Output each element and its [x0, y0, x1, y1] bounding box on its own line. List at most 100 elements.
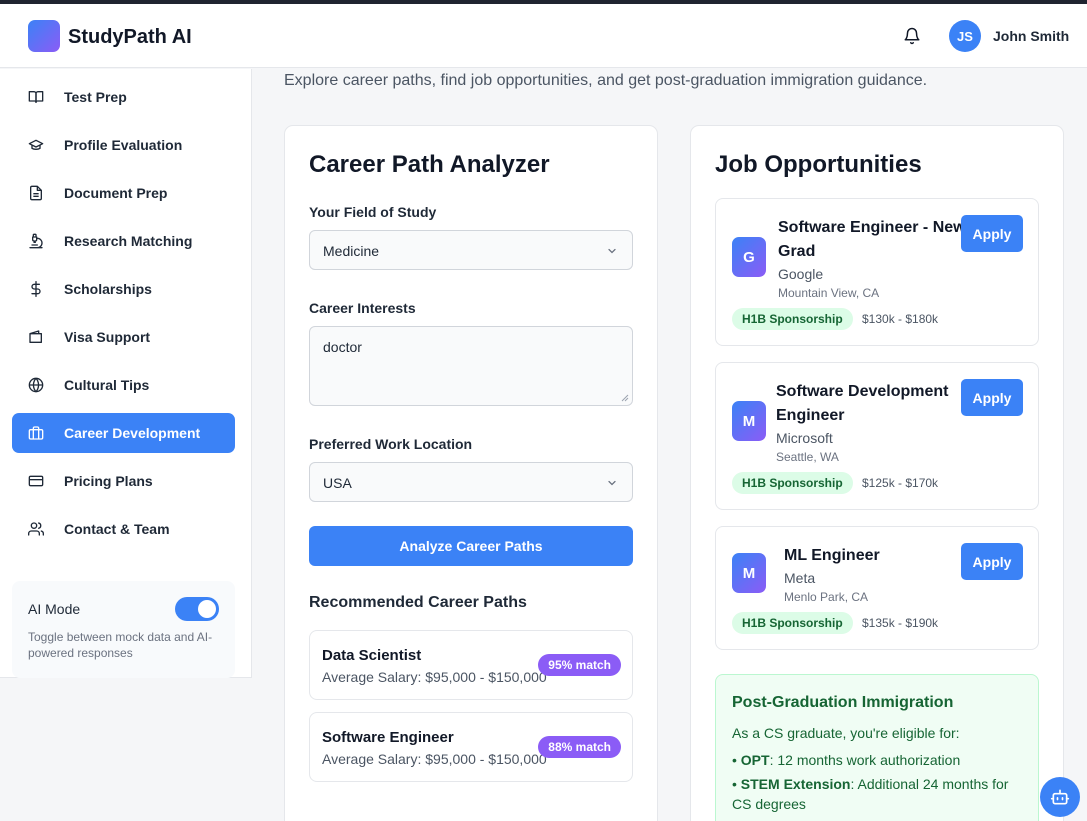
- h1b-sponsorship-tag: H1B Sponsorship: [732, 472, 853, 494]
- wallet-icon: [29, 330, 42, 343]
- sidebar-item-label: Test Prep: [64, 89, 127, 105]
- ai-mode-toggle[interactable]: [175, 597, 219, 621]
- opt-text: : 12 months work authorization: [769, 752, 961, 768]
- textarea-value: doctor: [323, 339, 362, 355]
- apply-button[interactable]: Apply: [961, 543, 1023, 580]
- job-salary: $135k - $190k: [862, 616, 939, 630]
- job-title-line: Software Development: [776, 383, 949, 400]
- job-company: Microsoft: [776, 430, 833, 446]
- job-card-microsoft[interactable]: M Software Development Engineer Microsof…: [715, 362, 1039, 510]
- select-value: Medicine: [323, 243, 380, 259]
- immigration-title: Post-Graduation Immigration: [732, 694, 954, 711]
- career-interests-textarea[interactable]: doctor: [309, 326, 633, 406]
- job-company: Meta: [784, 570, 816, 586]
- company-logo: M: [732, 553, 766, 593]
- immigration-bullet-opt: • OPT: 12 months work authorization: [732, 752, 961, 768]
- resize-grip-icon[interactable]: [621, 394, 629, 402]
- credit-card-icon: [28, 475, 44, 487]
- immigration-panel: Post-Graduation Immigration As a CS grad…: [715, 674, 1039, 821]
- document-icon: [30, 185, 42, 201]
- job-opportunities-card: Job Opportunities G Software Engineer - …: [690, 125, 1064, 821]
- h1b-sponsorship-tag: H1B Sponsorship: [732, 612, 853, 634]
- match-badge: 88% match: [538, 736, 621, 758]
- apply-button[interactable]: Apply: [961, 379, 1023, 416]
- sidebar-item-label: Cultural Tips: [64, 377, 150, 393]
- immigration-bullet-stem: • STEM Extension: Additional 24 months f…: [732, 776, 1009, 812]
- chat-bot-button[interactable]: [1040, 777, 1080, 817]
- microscope-icon: [29, 233, 43, 249]
- immigration-intro: As a CS graduate, you're eligible for:: [732, 725, 960, 741]
- field-of-study-select[interactable]: Medicine: [309, 230, 633, 270]
- page-intro: Explore career paths, find job opportuni…: [284, 72, 928, 89]
- job-location: Seattle, WA: [776, 450, 839, 464]
- app-name[interactable]: StudyPath AI: [68, 26, 192, 49]
- users-icon: [28, 522, 44, 536]
- chevron-down-icon: [608, 480, 616, 486]
- sidebar-item-test-prep[interactable]: Test Prep: [12, 77, 235, 117]
- career-path-salary: Average Salary: $95,000 - $150,000: [322, 669, 547, 685]
- job-title: Software Development Engineer: [776, 380, 948, 428]
- work-location-label: Preferred Work Location: [309, 436, 473, 452]
- job-location: Mountain View, CA: [778, 286, 880, 300]
- chevron-down-icon: [608, 248, 616, 254]
- globe-icon: [28, 377, 44, 393]
- field-of-study-label: Your Field of Study: [309, 204, 437, 220]
- ai-mode-title: AI Mode: [28, 601, 81, 617]
- career-path-card[interactable]: Software Engineer Average Salary: $95,00…: [309, 712, 633, 782]
- job-title: Software Engineer - New Grad: [778, 216, 966, 264]
- job-salary: $130k - $180k: [862, 312, 939, 326]
- sidebar-item-label: Document Prep: [64, 185, 168, 201]
- sidebar-item-scholarships[interactable]: Scholarships: [12, 269, 235, 309]
- app-header: StudyPath AI JS John Smith: [0, 4, 1087, 68]
- app-logo[interactable]: [28, 20, 60, 52]
- stem-term: STEM Extension: [740, 776, 851, 792]
- sidebar-item-profile-evaluation[interactable]: Profile Evaluation: [12, 125, 235, 165]
- job-card-meta[interactable]: M ML Engineer Meta Menlo Park, CA Apply …: [715, 526, 1039, 650]
- sidebar-item-research-matching[interactable]: Research Matching: [12, 221, 235, 261]
- select-value: USA: [323, 475, 352, 491]
- sidebar-item-label: Contact & Team: [64, 521, 170, 537]
- job-title-line: Software Engineer - New: [778, 219, 966, 236]
- apply-button[interactable]: Apply: [961, 215, 1023, 252]
- sidebar-item-visa-support[interactable]: Visa Support: [12, 317, 235, 357]
- work-location-select[interactable]: USA: [309, 462, 633, 502]
- company-logo: G: [732, 237, 766, 277]
- toggle-knob: [198, 600, 216, 618]
- sidebar-item-label: Research Matching: [64, 233, 193, 249]
- job-card-google[interactable]: G Software Engineer - New Grad Google Mo…: [715, 198, 1039, 346]
- job-salary: $125k - $170k: [862, 476, 939, 490]
- recommended-paths-heading: Recommended Career Paths: [309, 594, 527, 611]
- sidebar-item-cultural-tips[interactable]: Cultural Tips: [12, 365, 235, 405]
- bell-icon[interactable]: [903, 27, 921, 45]
- company-logo: M: [732, 401, 766, 441]
- career-path-card[interactable]: Data Scientist Average Salary: $95,000 -…: [309, 630, 633, 700]
- sidebar-item-document-prep[interactable]: Document Prep: [12, 173, 235, 213]
- career-path-analyzer-card: Career Path Analyzer Your Field of Study…: [284, 125, 658, 821]
- robot-icon: [1050, 789, 1070, 805]
- ai-mode-description: Toggle between mock data and AI-powered …: [28, 630, 213, 660]
- sidebar-item-pricing-plans[interactable]: Pricing Plans: [12, 461, 235, 501]
- avatar[interactable]: JS: [949, 20, 981, 52]
- career-path-title: Software Engineer: [322, 729, 454, 746]
- career-path-salary: Average Salary: $95,000 - $150,000: [322, 751, 547, 767]
- job-title: ML Engineer: [784, 547, 880, 564]
- card-title: Career Path Analyzer: [309, 151, 550, 178]
- dollar-icon: [31, 281, 41, 297]
- sidebar-item-contact-team[interactable]: Contact & Team: [12, 509, 235, 549]
- job-location: Menlo Park, CA: [784, 590, 869, 604]
- career-path-title: Data Scientist: [322, 647, 422, 664]
- sidebar-item-label: Profile Evaluation: [64, 137, 183, 153]
- sidebar-item-label: Pricing Plans: [64, 473, 153, 489]
- analyze-career-paths-button[interactable]: Analyze Career Paths: [309, 526, 633, 566]
- opt-term: OPT: [740, 752, 770, 768]
- match-badge: 95% match: [538, 654, 621, 676]
- job-title-line: Grad: [778, 243, 816, 260]
- sidebar-item-career-development[interactable]: Career Development: [12, 413, 235, 453]
- graduation-cap-icon: [28, 139, 44, 150]
- user-name[interactable]: John Smith: [993, 28, 1069, 44]
- sidebar-item-label: Visa Support: [64, 329, 151, 345]
- sidebar-item-label: Career Development: [64, 425, 201, 441]
- ai-mode-panel: AI Mode Toggle between mock data and AI-…: [12, 581, 235, 678]
- briefcase-icon: [28, 426, 44, 440]
- card-title: Job Opportunities: [715, 151, 922, 178]
